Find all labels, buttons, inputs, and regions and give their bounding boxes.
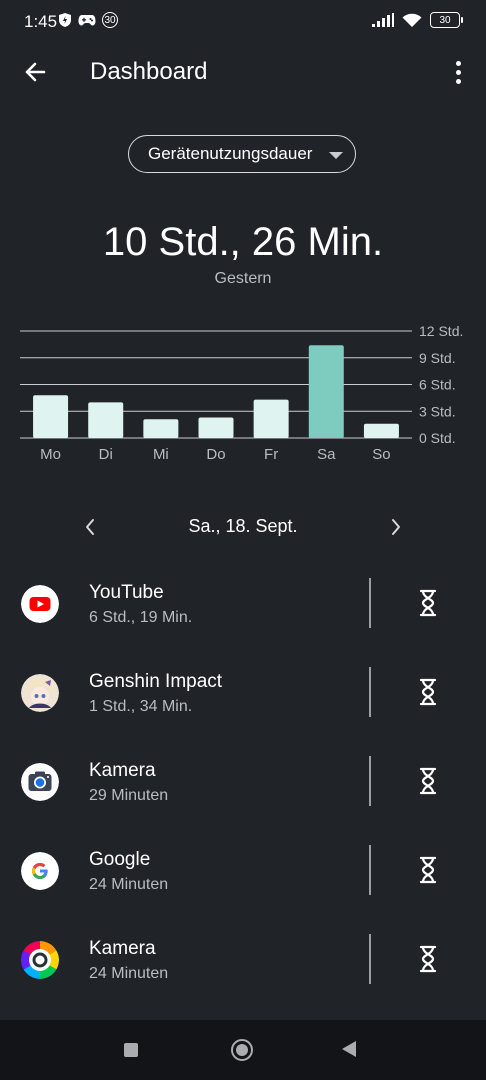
status-time: 1:45 (24, 12, 58, 31)
app-time: 6 Std., 19 Min. (89, 609, 193, 626)
app-row-genshin-impact[interactable]: Genshin Impact 1 Std., 34 Min. (0, 649, 486, 738)
app-row-google[interactable]: Google 24 Minuten (0, 827, 486, 916)
notification-badge: 30 (102, 12, 118, 28)
x-tick-label: Mo (40, 446, 61, 463)
app-name: Kamera (89, 938, 156, 959)
divider (369, 667, 371, 717)
wifi-icon (402, 13, 422, 27)
recents-icon[interactable] (124, 1043, 138, 1057)
divider (369, 934, 371, 984)
home-icon[interactable] (231, 1039, 253, 1061)
app-time: 1 Std., 34 Min. (89, 698, 193, 715)
y-tick-label: 12 Std. (419, 323, 463, 339)
app-row-kamera-2[interactable]: Kamera 24 Minuten (0, 916, 486, 1005)
system-nav-bar (0, 1020, 486, 1080)
divider (369, 845, 371, 895)
app-name: YouTube (89, 582, 164, 603)
status-right-icons: 30 (372, 12, 463, 28)
usage-type-dropdown[interactable]: Gerätenutzungsdauer (128, 135, 356, 173)
app-row-youtube[interactable]: YouTube 6 Std., 19 Min. (0, 560, 486, 649)
status-bar: 1:45 30 30 (0, 0, 486, 44)
bar-do[interactable] (198, 417, 234, 438)
app-name: Google (89, 849, 151, 870)
total-usage-day: Gestern (214, 270, 272, 287)
bar-mi[interactable] (143, 419, 179, 438)
app-time: 24 Minuten (89, 876, 169, 893)
x-tick-label: Sa (317, 446, 336, 463)
hourglass-icon[interactable] (416, 588, 440, 618)
hourglass-icon[interactable] (416, 944, 440, 974)
youtube-icon (21, 585, 59, 623)
total-usage-time: 10 Std., 26 Min. (102, 220, 384, 264)
x-tick-label: Di (99, 446, 113, 463)
dropdown-arrow-icon (329, 152, 343, 159)
bar-mo[interactable] (33, 395, 69, 438)
selected-date: Sa., 18. Sept. (188, 516, 298, 536)
more-vert-icon[interactable] (448, 56, 468, 88)
y-tick-label: 9 Std. (419, 350, 456, 366)
y-tick-label: 3 Std. (419, 403, 456, 419)
back-icon[interactable] (342, 1041, 356, 1057)
x-tick-label: Mi (153, 446, 169, 463)
x-tick-label: Fr (264, 446, 278, 463)
bar-fr[interactable] (253, 399, 289, 438)
back-arrow-icon[interactable] (20, 56, 52, 88)
x-tick-label: So (372, 446, 390, 463)
page-title: Dashboard (90, 58, 208, 85)
x-tick-label: Do (206, 446, 225, 463)
app-name: Genshin Impact (89, 671, 223, 692)
shield-icon (59, 13, 71, 27)
hourglass-icon[interactable] (416, 855, 440, 885)
chevron-right-icon[interactable] (386, 514, 406, 540)
app-time: 24 Minuten (89, 965, 169, 982)
google-icon (21, 852, 59, 890)
y-tick-label: 6 Std. (419, 377, 456, 393)
camera-icon (21, 763, 59, 801)
status-left-icons: 30 (58, 12, 118, 28)
usage-chart: 12 Std. 9 Std. 6 Std. 3 Std. 0 Std. Mo Di Mi Do F… (0, 320, 486, 470)
app-row-kamera[interactable]: Kamera 29 Minuten (0, 738, 486, 827)
hourglass-icon[interactable] (416, 677, 440, 707)
bar-so[interactable] (363, 423, 399, 438)
app-time: 29 Minuten (89, 787, 169, 804)
divider (369, 578, 371, 628)
dropdown-value: Gerätenutzungsdauer (148, 144, 313, 163)
battery-icon: 30 (430, 12, 463, 28)
y-tick-label: 0 Std. (419, 430, 456, 446)
signal-icon (372, 13, 394, 27)
bar-di[interactable] (88, 402, 124, 438)
divider (369, 756, 371, 806)
camera-color-icon (21, 941, 59, 979)
game-controller-icon (78, 15, 96, 26)
hourglass-icon[interactable] (416, 766, 440, 796)
app-name: Kamera (89, 760, 156, 781)
date-navigation: Sa., 18. Sept. (0, 510, 486, 544)
usage-bar-chart: 12 Std. 9 Std. 6 Std. 3 Std. 0 Std. Mo Di Mi Do F… (20, 323, 463, 463)
genshin-impact-icon (21, 674, 59, 712)
bar-sa[interactable] (308, 345, 344, 438)
app-bar: Dashboard (0, 44, 486, 100)
